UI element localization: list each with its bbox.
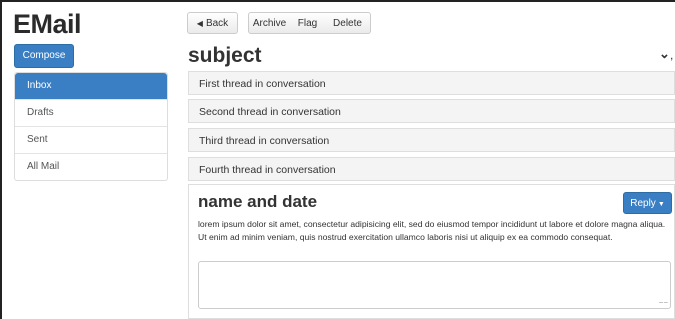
sidebar-item-drafts[interactable]: Drafts (15, 99, 167, 126)
sidebar-nav: Inbox Drafts Sent All Mail (14, 72, 168, 181)
sidebar-item-sent[interactable]: Sent (15, 126, 167, 153)
thread-row[interactable]: Third thread in conversation (188, 128, 675, 152)
reply-textarea[interactable]: −− (198, 261, 671, 309)
resize-grip-icon[interactable]: −− (659, 298, 668, 307)
chevron-left-icon: ◀ (196, 19, 203, 28)
app-title: EMail (13, 9, 82, 39)
message-header: name and date (198, 192, 318, 211)
back-button[interactable]: ◀ Back (187, 12, 238, 34)
caret-down-icon: ▼ (657, 201, 665, 208)
tick-mark: , (670, 48, 674, 62)
compose-button[interactable]: Compose (14, 44, 74, 68)
thread-row[interactable]: Fourth thread in conversation (188, 157, 675, 181)
back-label: Back (205, 18, 229, 29)
sidebar-item-all-mail[interactable]: All Mail (15, 153, 167, 180)
window-top-border (0, 0, 675, 2)
thread-row[interactable]: First thread in conversation (188, 71, 675, 95)
reply-label: Reply (630, 198, 656, 209)
delete-button[interactable]: Delete (325, 12, 371, 34)
sidebar-item-inbox[interactable]: Inbox (15, 73, 167, 99)
chevron-down-icon[interactable]: ⌄ (659, 46, 670, 62)
flag-button[interactable]: Flag (290, 12, 326, 34)
archive-button[interactable]: Archive (248, 12, 291, 34)
thread-row[interactable]: Second thread in conversation (188, 99, 675, 123)
reply-button[interactable]: Reply ▼ (623, 192, 672, 214)
message-body: lorem ipsum dolor sit amet, consectetur … (198, 219, 666, 242)
window-left-border (0, 0, 2, 319)
subject-title: subject (188, 44, 262, 67)
